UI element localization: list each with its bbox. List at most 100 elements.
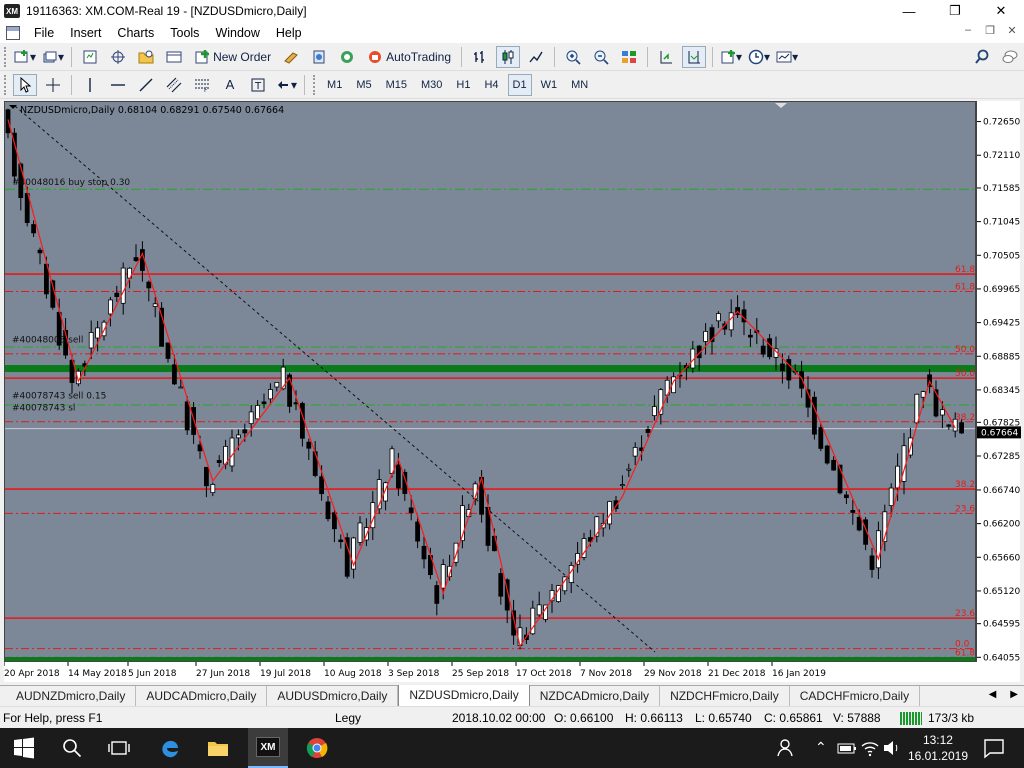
people-icon[interactable] xyxy=(776,736,800,760)
candle-body xyxy=(216,460,222,463)
search-button[interactable] xyxy=(970,46,994,68)
tab-audnzd[interactable]: AUDNZDmicro,Daily xyxy=(6,686,137,706)
vertical-line-tool[interactable] xyxy=(78,74,102,96)
edge-browser-icon[interactable] xyxy=(158,736,182,760)
text-tool[interactable]: A xyxy=(218,74,242,96)
chart-canvas[interactable]: 61.861.850.050.038.238.223.623.60.061.8N… xyxy=(5,102,976,662)
horizontal-line-tool[interactable] xyxy=(106,74,130,96)
status-help: For Help, press F1 xyxy=(3,711,103,725)
toolbar-grip[interactable] xyxy=(313,74,316,95)
equidistant-channel-tool[interactable] xyxy=(162,74,186,96)
chart-doc-icon[interactable] xyxy=(6,25,20,40)
timeframe-w1[interactable]: W1 xyxy=(536,74,563,96)
auto-scroll-button[interactable] xyxy=(654,46,678,68)
tab-nzdchf[interactable]: NZDCHFmicro,Daily xyxy=(660,686,790,706)
fibonacci-tool[interactable]: F xyxy=(190,74,214,96)
timeframe-m5[interactable]: M5 xyxy=(351,74,376,96)
line-chart-button[interactable] xyxy=(524,46,548,68)
windows-start-icon[interactable] xyxy=(12,736,36,760)
signals-button[interactable] xyxy=(335,46,359,68)
mdi-minimize-icon[interactable]: – xyxy=(960,24,976,37)
tab-nzdcad[interactable]: NZDCADmicro,Daily xyxy=(530,686,661,706)
minimize-button[interactable]: — xyxy=(886,0,932,22)
text-label-tool[interactable]: T xyxy=(246,74,270,96)
price-tick-label: 0.71585 xyxy=(983,184,1020,194)
maximize-button[interactable]: ❐ xyxy=(932,0,978,22)
action-center-icon[interactable] xyxy=(982,736,1006,760)
chart-shift-button[interactable] xyxy=(682,45,707,68)
volume-icon[interactable] xyxy=(880,736,904,760)
periods-button[interactable]: ▾ xyxy=(747,46,771,68)
price-tick-label: 0.72110 xyxy=(983,151,1020,161)
data-window-button[interactable] xyxy=(106,46,130,68)
tab-audusd[interactable]: AUDUSDmicro,Daily xyxy=(267,686,399,706)
tile-windows-button[interactable] xyxy=(617,46,641,68)
tab-scroll-left-icon[interactable]: ◀ xyxy=(989,689,997,700)
new-order-button[interactable]: New Order xyxy=(190,46,275,68)
tab-nzdusd[interactable]: NZDUSDmicro,Daily xyxy=(398,685,530,707)
candle-body xyxy=(203,466,209,487)
profiles-button[interactable]: ▾ xyxy=(41,46,65,68)
indicators-button[interactable]: ▾ xyxy=(719,46,743,68)
terminal-button[interactable] xyxy=(162,46,186,68)
candle-body xyxy=(261,401,267,405)
autotrading-button[interactable]: AutoTrading xyxy=(363,46,455,68)
mdi-close-icon[interactable]: ✕ xyxy=(1004,24,1020,37)
timeframe-d1[interactable]: D1 xyxy=(507,73,532,96)
tab-cadchf[interactable]: CADCHFmicro,Daily xyxy=(790,686,921,706)
toolbar-grip[interactable] xyxy=(4,46,7,67)
zoom-in-button[interactable] xyxy=(561,46,585,68)
file-explorer-icon[interactable] xyxy=(206,736,230,760)
time-tick-label: 7 Nov 2018 xyxy=(580,669,632,679)
candlestick-chart-button[interactable] xyxy=(496,45,521,68)
arrows-tool[interactable]: ▾ xyxy=(274,74,298,96)
battery-icon[interactable] xyxy=(835,736,859,760)
order-annotation: #40048003 sell xyxy=(12,336,83,346)
menu-window[interactable]: Window xyxy=(207,26,267,40)
mt4-taskbar-button[interactable]: XM xyxy=(248,728,288,768)
mdi-restore-icon[interactable]: ❐ xyxy=(982,24,998,37)
market-watch-button[interactable] xyxy=(78,46,102,68)
search-icon[interactable] xyxy=(60,736,84,760)
navigator-button[interactable] xyxy=(134,46,158,68)
toolbar-grip[interactable] xyxy=(4,74,7,95)
system-clock[interactable]: 13:12 16.01.2019 xyxy=(908,732,968,764)
wifi-icon[interactable] xyxy=(858,736,882,760)
close-button[interactable]: ✕ xyxy=(978,0,1024,22)
timeframe-h1[interactable]: H1 xyxy=(451,74,475,96)
chat-button[interactable] xyxy=(998,46,1022,68)
tab-scroll-right-icon[interactable]: ▶ xyxy=(1010,689,1018,700)
timeframe-m15[interactable]: M15 xyxy=(381,74,412,96)
chrome-browser-icon[interactable] xyxy=(305,736,329,760)
cursor-tool[interactable] xyxy=(13,73,37,96)
tray-expand-icon[interactable]: ⌃ xyxy=(815,739,827,756)
price-axis[interactable]: 0.72650 0.72110 0.71585 0.71045 0.70505 0.699… xyxy=(976,101,1021,663)
zoom-out-button[interactable] xyxy=(589,46,613,68)
timeframe-m1[interactable]: M1 xyxy=(322,74,347,96)
order-annotation: #40078743 sl xyxy=(12,404,75,414)
timeframe-mn[interactable]: MN xyxy=(566,74,593,96)
status-profile[interactable]: Legy xyxy=(335,711,361,725)
toolbar-separator xyxy=(647,46,649,67)
trendline-tool[interactable] xyxy=(134,74,158,96)
price-chart[interactable]: 61.8 61.8 50.0 50.0 38.2 38.2 23.6 23.6 0.0 61.8 N… xyxy=(4,101,976,662)
strategy-tester-button[interactable] xyxy=(307,46,331,68)
bar-chart-icon xyxy=(474,50,485,63)
task-view-icon[interactable] xyxy=(107,736,131,760)
tab-audcad[interactable]: AUDCADmicro,Daily xyxy=(136,686,268,706)
price-axis-canvas: 0.72650 0.72110 0.71585 0.71045 0.70505 0.699… xyxy=(977,118,1021,663)
time-axis[interactable]: 20 Apr 2018 14 May 2018 5 Jun 2018 27 Jun 2… xyxy=(3,662,1020,682)
metaeditor-button[interactable] xyxy=(279,46,303,68)
menu-help[interactable]: Help xyxy=(268,26,310,40)
new-chart-button[interactable]: ▾ xyxy=(13,46,37,68)
timeframe-h4[interactable]: H4 xyxy=(479,74,503,96)
menu-charts[interactable]: Charts xyxy=(109,26,162,40)
menu-file[interactable]: File xyxy=(26,26,62,40)
menu-insert[interactable]: Insert xyxy=(62,26,109,40)
bar-chart-button[interactable] xyxy=(468,46,492,68)
crosshair-tool[interactable] xyxy=(41,74,65,96)
menu-tools[interactable]: Tools xyxy=(162,26,207,40)
templates-button[interactable]: ▾ xyxy=(775,46,799,68)
timeframe-m30[interactable]: M30 xyxy=(416,74,447,96)
candle-body xyxy=(415,521,421,542)
